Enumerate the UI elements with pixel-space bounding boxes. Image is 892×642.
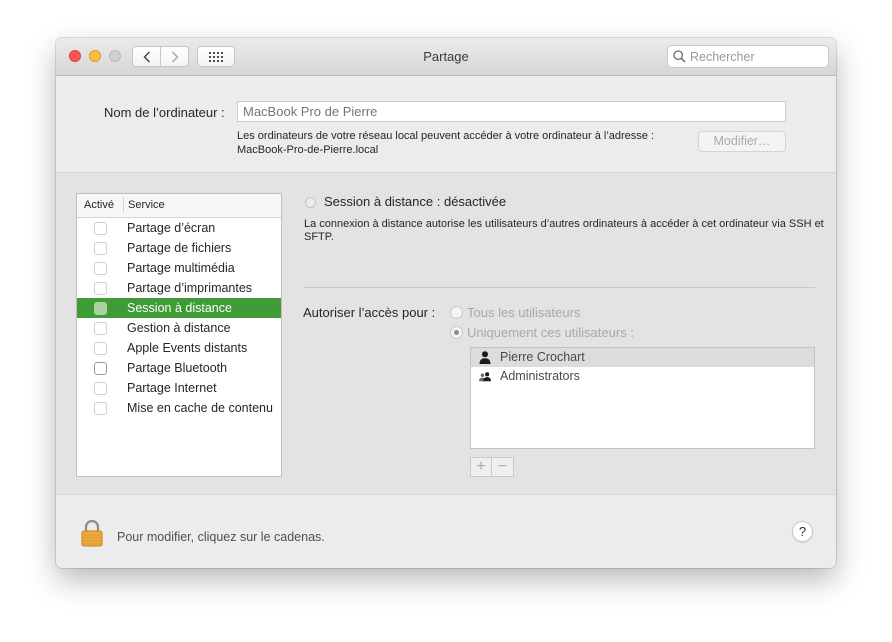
column-separator	[123, 197, 124, 213]
service-checkbox[interactable]	[94, 282, 107, 295]
computer-name-section: Nom de l’ordinateur : Les ordinateurs de…	[56, 76, 836, 173]
status-indicator	[305, 197, 316, 208]
service-checkbox[interactable]	[94, 382, 107, 395]
remove-user-button[interactable]: −	[492, 457, 514, 477]
radio-button[interactable]	[450, 306, 463, 319]
allow-access-label: Autoriser l’accès pour :	[303, 305, 436, 320]
column-header-service[interactable]: Service	[128, 199, 165, 211]
service-row-content-caching[interactable]: Mise en cache de contenu	[77, 398, 281, 418]
service-label: Partage d’imprimantes	[127, 281, 253, 295]
service-checkbox[interactable]	[94, 262, 107, 275]
service-row-remote-apple-events[interactable]: Apple Events distants	[77, 338, 281, 358]
service-checkbox[interactable]	[94, 342, 107, 355]
user-row[interactable]: Pierre Crochart	[471, 348, 814, 367]
service-label: Partage de fichiers	[127, 241, 232, 255]
service-checkbox[interactable]	[94, 322, 107, 335]
service-row-remote-management[interactable]: Gestion à distance	[77, 318, 281, 338]
titlebar: Partage	[56, 38, 836, 76]
service-description: La connexion à distance autorise les uti…	[304, 218, 824, 243]
help-button[interactable]: ?	[792, 521, 813, 542]
service-label: Partage Internet	[127, 381, 217, 395]
service-row-screen-sharing[interactable]: Partage d’écran	[77, 218, 281, 238]
service-status-title: Session à distance : désactivée	[324, 194, 507, 209]
service-list-header: Activé Service	[77, 194, 281, 218]
service-label: Partage d’écran	[127, 221, 216, 235]
lock-instruction: Pour modifier, cliquez sur le cadenas.	[117, 530, 325, 544]
local-address-text: Les ordinateurs de votre réseau local pe…	[237, 129, 697, 157]
radio-label: Tous les utilisateurs	[467, 305, 581, 320]
service-label: Session à distance	[127, 301, 232, 315]
service-checkbox[interactable]	[94, 302, 107, 315]
modify-button[interactable]: Modifier…	[698, 131, 786, 152]
group-icon	[479, 372, 491, 382]
service-label: Gestion à distance	[127, 321, 231, 335]
user-icon	[479, 351, 491, 364]
search-field[interactable]	[667, 45, 829, 68]
divider	[303, 287, 815, 288]
service-label: Partage Bluetooth	[127, 361, 228, 375]
service-row-internet-sharing[interactable]: Partage Internet	[77, 378, 281, 398]
service-row-remote-login[interactable]: Session à distance	[77, 298, 281, 318]
service-row-printer-sharing[interactable]: Partage d’imprimantes	[77, 278, 281, 298]
computer-name-label: Nom de l’ordinateur :	[104, 105, 225, 120]
search-input[interactable]	[686, 49, 820, 64]
service-row-media-sharing[interactable]: Partage multimédia	[77, 258, 281, 278]
radio-only-these-users[interactable]: Uniquement ces utilisateurs :	[450, 325, 634, 340]
computer-name-field[interactable]	[237, 101, 786, 122]
service-list: Activé Service Partage d’écran Partage d…	[76, 193, 282, 477]
system-preferences-window: Partage Nom de l’ordinateur : Les ordina…	[56, 38, 836, 568]
user-name: Administrators	[500, 369, 580, 383]
service-label: Partage multimédia	[127, 261, 235, 275]
service-row-file-sharing[interactable]: Partage de fichiers	[77, 238, 281, 258]
add-remove-controls: + −	[470, 457, 514, 477]
service-row-bluetooth-sharing[interactable]: Partage Bluetooth	[77, 358, 281, 378]
allowed-users-list: Pierre Crochart Administrators	[470, 347, 815, 449]
radio-button[interactable]	[450, 326, 463, 339]
service-label: Mise en cache de contenu	[127, 401, 273, 415]
service-label: Apple Events distants	[127, 341, 248, 355]
local-hostname: MacBook-Pro-de-Pierre.local	[237, 144, 379, 156]
magnifier-icon	[673, 50, 686, 63]
lock-icon[interactable]	[81, 520, 103, 547]
user-name: Pierre Crochart	[500, 350, 585, 364]
sharing-panel: Activé Service Partage d’écran Partage d…	[56, 173, 836, 495]
radio-all-users[interactable]: Tous les utilisateurs	[450, 305, 580, 320]
column-header-active[interactable]: Activé	[84, 199, 114, 211]
user-row[interactable]: Administrators	[471, 367, 814, 386]
radio-label: Uniquement ces utilisateurs :	[467, 325, 634, 340]
service-checkbox[interactable]	[94, 362, 107, 375]
service-checkbox[interactable]	[94, 222, 107, 235]
address-line-1: Les ordinateurs de votre réseau local pe…	[237, 130, 655, 142]
service-checkbox[interactable]	[94, 242, 107, 255]
add-user-button[interactable]: +	[470, 457, 492, 477]
service-checkbox[interactable]	[94, 402, 107, 415]
